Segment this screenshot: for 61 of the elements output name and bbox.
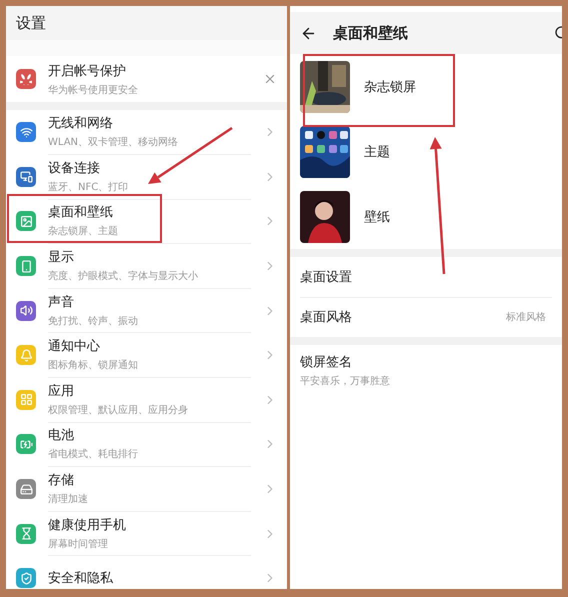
- item-title: 无线和网络: [48, 115, 114, 132]
- item-subtitle: 省电模式、耗电排行: [48, 448, 139, 462]
- item-title: 存储: [48, 472, 75, 490]
- image-icon: [16, 211, 36, 232]
- item-title: 桌面设置: [300, 268, 353, 286]
- speaker-icon: [16, 300, 36, 321]
- settings-item[interactable]: 桌面风格 标准风格: [290, 297, 562, 337]
- screen-title: 设置: [16, 14, 47, 32]
- settings-item[interactable]: 显示 亮度、护眼模式、字体与显示大小: [6, 244, 287, 288]
- settings-item[interactable]: 桌面设置: [290, 257, 562, 297]
- wallpaper-item[interactable]: 壁纸: [290, 184, 562, 249]
- wallpaper-item[interactable]: 主题: [290, 119, 562, 184]
- item-value: 标准风格: [506, 310, 546, 324]
- phone-icon: [16, 256, 36, 276]
- settings-item[interactable]: 声音 免打扰、铃声、振动: [6, 288, 287, 333]
- item-title: 显示: [48, 249, 75, 266]
- item-subtitle: 屏幕时间管理: [48, 538, 109, 551]
- settings-item[interactable]: 应用 权限管理、默认应用、应用分身: [6, 378, 287, 422]
- wifi-icon: [16, 122, 36, 142]
- item-title: 锁屏签名: [300, 354, 353, 370]
- item-subtitle: WLAN、双卡管理、移动网络: [48, 136, 180, 150]
- item-title: 主题: [364, 144, 390, 160]
- item-title: 健康使用手机: [48, 516, 127, 534]
- settings-item[interactable]: 健康使用手机 屏幕时间管理: [6, 511, 287, 556]
- screen-title: 桌面和壁纸: [333, 24, 409, 42]
- item-subtitle: 蓝牙、NFC、打印: [48, 180, 130, 194]
- item-title: 通知中心: [48, 338, 101, 356]
- item-subtitle: 杂志锁屏、主题: [48, 224, 119, 238]
- item-title: 安全和隐私: [48, 570, 114, 587]
- close-icon[interactable]: [263, 72, 277, 86]
- storage-icon: [16, 479, 36, 500]
- item-subtitle: 图标角标、锁屏通知: [48, 358, 139, 372]
- settings-item[interactable]: 通知中心 图标角标、锁屏通知: [6, 332, 287, 378]
- item-title: 桌面风格: [300, 309, 353, 326]
- item-title: 应用: [48, 382, 75, 400]
- settings-item[interactable]: 电池 省电模式、耗电排行: [6, 422, 287, 467]
- item-subtitle: 平安喜乐，万事胜意: [300, 374, 391, 388]
- item-title: 声音: [48, 294, 75, 311]
- item-subtitle: 清理加速: [48, 492, 89, 506]
- hourglass-icon: [16, 524, 36, 544]
- item-title: 壁纸: [364, 208, 390, 226]
- battery-icon: [16, 434, 36, 454]
- bell-icon: [16, 345, 36, 366]
- item-title: 桌面和壁纸: [48, 204, 114, 222]
- item-subtitle: 权限管理、默认应用、应用分身: [48, 404, 189, 417]
- item-title: 设备连接: [48, 160, 101, 177]
- settings-item[interactable]: 无线和网络 WLAN、双卡管理、移动网络: [6, 110, 287, 155]
- settings-item[interactable]: 锁屏签名 平安喜乐，万事胜意: [290, 345, 562, 395]
- item-subtitle: 华为帐号使用更安全: [48, 84, 139, 96]
- settings-item[interactable]: 安全和隐私: [6, 556, 287, 589]
- devices-icon: [16, 166, 36, 187]
- item-title: 开启帐号保护: [48, 62, 127, 80]
- item-title: 杂志锁屏: [364, 78, 416, 96]
- wallpaper-item[interactable]: 杂志锁屏: [290, 54, 562, 119]
- item-subtitle: 免打扰、铃声、振动: [48, 314, 139, 328]
- grid-icon: [16, 390, 36, 410]
- item-title: 电池: [48, 427, 75, 444]
- settings-item[interactable]: 存储 清理加速: [6, 466, 287, 512]
- item-subtitle: 亮度、护眼模式、字体与显示大小: [48, 270, 199, 284]
- settings-item[interactable]: 桌面和壁纸 杂志锁屏、主题: [6, 199, 287, 244]
- flower-logo-icon: [16, 69, 36, 89]
